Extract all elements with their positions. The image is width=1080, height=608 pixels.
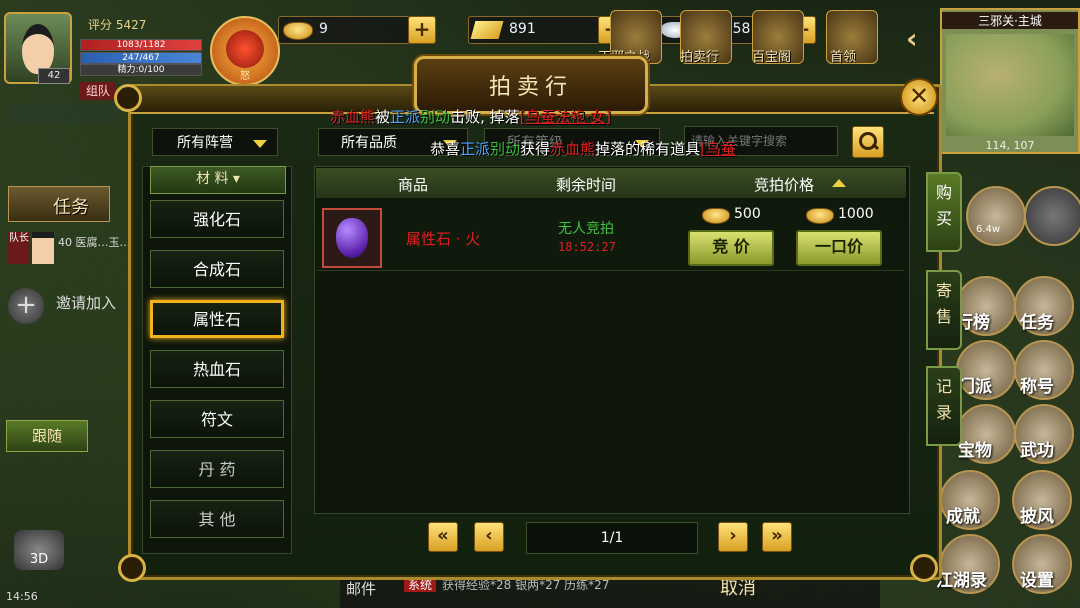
- tab-consign[interactable]: 寄售: [926, 270, 962, 350]
- hp-bar: 1083/1182: [80, 39, 202, 51]
- prev-page-button[interactable]: ‹: [474, 522, 504, 552]
- camera-3d-button[interactable]: 3D: [14, 530, 64, 570]
- table-header: 商品 剩余时间 竞拍价格: [316, 168, 906, 198]
- system-tag: 系统: [404, 578, 437, 592]
- last-page-button[interactable]: »: [762, 522, 792, 552]
- next-page-button[interactable]: ›: [718, 522, 748, 552]
- bid-price: 500: [734, 206, 761, 222]
- col-time: 剩余时间: [556, 176, 617, 194]
- category-other[interactable]: 其 他: [150, 500, 284, 538]
- buyout-price: 1000: [838, 206, 874, 222]
- sort-asc-icon[interactable]: [832, 179, 846, 187]
- menu-diamond-icon[interactable]: [1024, 186, 1080, 246]
- chevron-down-icon: [253, 140, 267, 148]
- col-price[interactable]: 竞拍价格: [754, 174, 814, 195]
- follow-button[interactable]: 跟随: [6, 420, 88, 452]
- power-value: 6.4w: [976, 224, 1001, 235]
- gold-bar-currency: 891: [468, 16, 600, 44]
- minimap-view[interactable]: [946, 34, 1074, 136]
- member-info: 40 医腐…玉…: [58, 236, 131, 249]
- col-item: 商品: [398, 176, 429, 194]
- add-gold-ingot-button[interactable]: +: [408, 16, 436, 44]
- team-tab[interactable]: 组队: [80, 82, 116, 100]
- invite-label[interactable]: 邀请加入: [56, 292, 116, 313]
- corner-ornament: [118, 554, 146, 582]
- minimap[interactable]: 三邪关·主城 114, 107: [940, 8, 1080, 154]
- clock: 14:56: [6, 590, 38, 603]
- collapse-arrow-icon[interactable]: ‹: [906, 22, 918, 55]
- leader-tag: 队长: [8, 232, 30, 264]
- stamina-bar: 精力:0/100: [80, 64, 202, 76]
- announcement-1: 赤血熊被正派别动击败, 掉落[鸟蚕法袍·女]: [330, 108, 612, 126]
- first-page-button[interactable]: «: [428, 522, 458, 552]
- minimap-coords: 114, 107: [985, 139, 1035, 152]
- remaining-time: 18:52:27: [558, 240, 616, 254]
- cape-label: 披风: [1020, 507, 1054, 527]
- player-score: 评分 5427: [88, 18, 147, 32]
- tab-buy[interactable]: 购买: [926, 172, 962, 252]
- item-name: 属性石 · 火: [406, 230, 481, 248]
- treasure-label: 宝物: [958, 441, 992, 461]
- gold-bar-icon: [470, 21, 504, 39]
- tab-records[interactable]: 记录: [926, 366, 962, 446]
- rage-button[interactable]: 怒: [210, 16, 280, 86]
- category-synthesis-stone[interactable]: 合成石: [150, 250, 284, 288]
- buff-icons: [8, 104, 118, 124]
- achievement-label: 成就: [946, 507, 980, 527]
- power-icon[interactable]: [966, 186, 1026, 246]
- bid-button[interactable]: 竞 价: [688, 230, 774, 266]
- grape-stone-icon: [336, 218, 368, 258]
- martial-label: 武功: [1020, 441, 1054, 461]
- jianghu-label: 江湖录: [936, 571, 987, 591]
- camp-filter-dropdown[interactable]: 所有阵营: [152, 128, 278, 156]
- buyout-button[interactable]: 一口价: [796, 230, 882, 266]
- auction-title: 拍卖行: [488, 75, 573, 100]
- gold-ingot-icon: [702, 208, 730, 224]
- category-elixir[interactable]: 丹 药: [150, 450, 284, 488]
- right-task-label: 任务: [1020, 313, 1054, 333]
- invite-plus-icon[interactable]: +: [8, 288, 44, 324]
- title-label: 称号: [1020, 377, 1054, 397]
- treasure-pavilion-label: 百宝阁: [752, 50, 792, 65]
- auction-shortcut-label: 拍卖行: [680, 50, 720, 65]
- gold-ingot-icon: [806, 208, 834, 224]
- task-tab[interactable]: 任务: [8, 186, 110, 222]
- settings-label: 设置: [1020, 571, 1054, 591]
- close-button[interactable]: ✕: [900, 78, 938, 116]
- category-blood-stone[interactable]: 热血石: [150, 350, 284, 388]
- announcement-2: 恭喜正派别动获得赤血熊掉落的稀有道具[鸟蚕: [430, 140, 736, 158]
- category-enhance-stone[interactable]: 强化石: [150, 200, 284, 238]
- bid-status: 无人竞拍: [558, 221, 614, 237]
- mp-bar: 247/467: [80, 52, 202, 64]
- member-avatar[interactable]: [32, 232, 54, 264]
- corner-ornament: [910, 554, 938, 582]
- minimap-location: 三邪关·主城: [942, 12, 1078, 29]
- player-level: 42: [38, 68, 70, 84]
- leader-label: 首领: [830, 50, 857, 65]
- search-button[interactable]: [852, 126, 884, 158]
- category-header-materials[interactable]: 材 料 ▾: [150, 166, 286, 194]
- gold-ingot-icon: [283, 22, 313, 40]
- corner-ornament: [114, 84, 142, 112]
- rage-icon: [226, 30, 264, 68]
- category-attribute-stone[interactable]: 属性石: [150, 300, 284, 338]
- gold-ingot-currency: 9: [278, 16, 410, 44]
- page-indicator: 1/1: [526, 522, 698, 554]
- item-icon[interactable]: [322, 208, 382, 268]
- mail-button[interactable]: 邮件: [346, 578, 376, 599]
- faction-label: 门派: [958, 377, 992, 397]
- category-rune[interactable]: 符文: [150, 400, 284, 438]
